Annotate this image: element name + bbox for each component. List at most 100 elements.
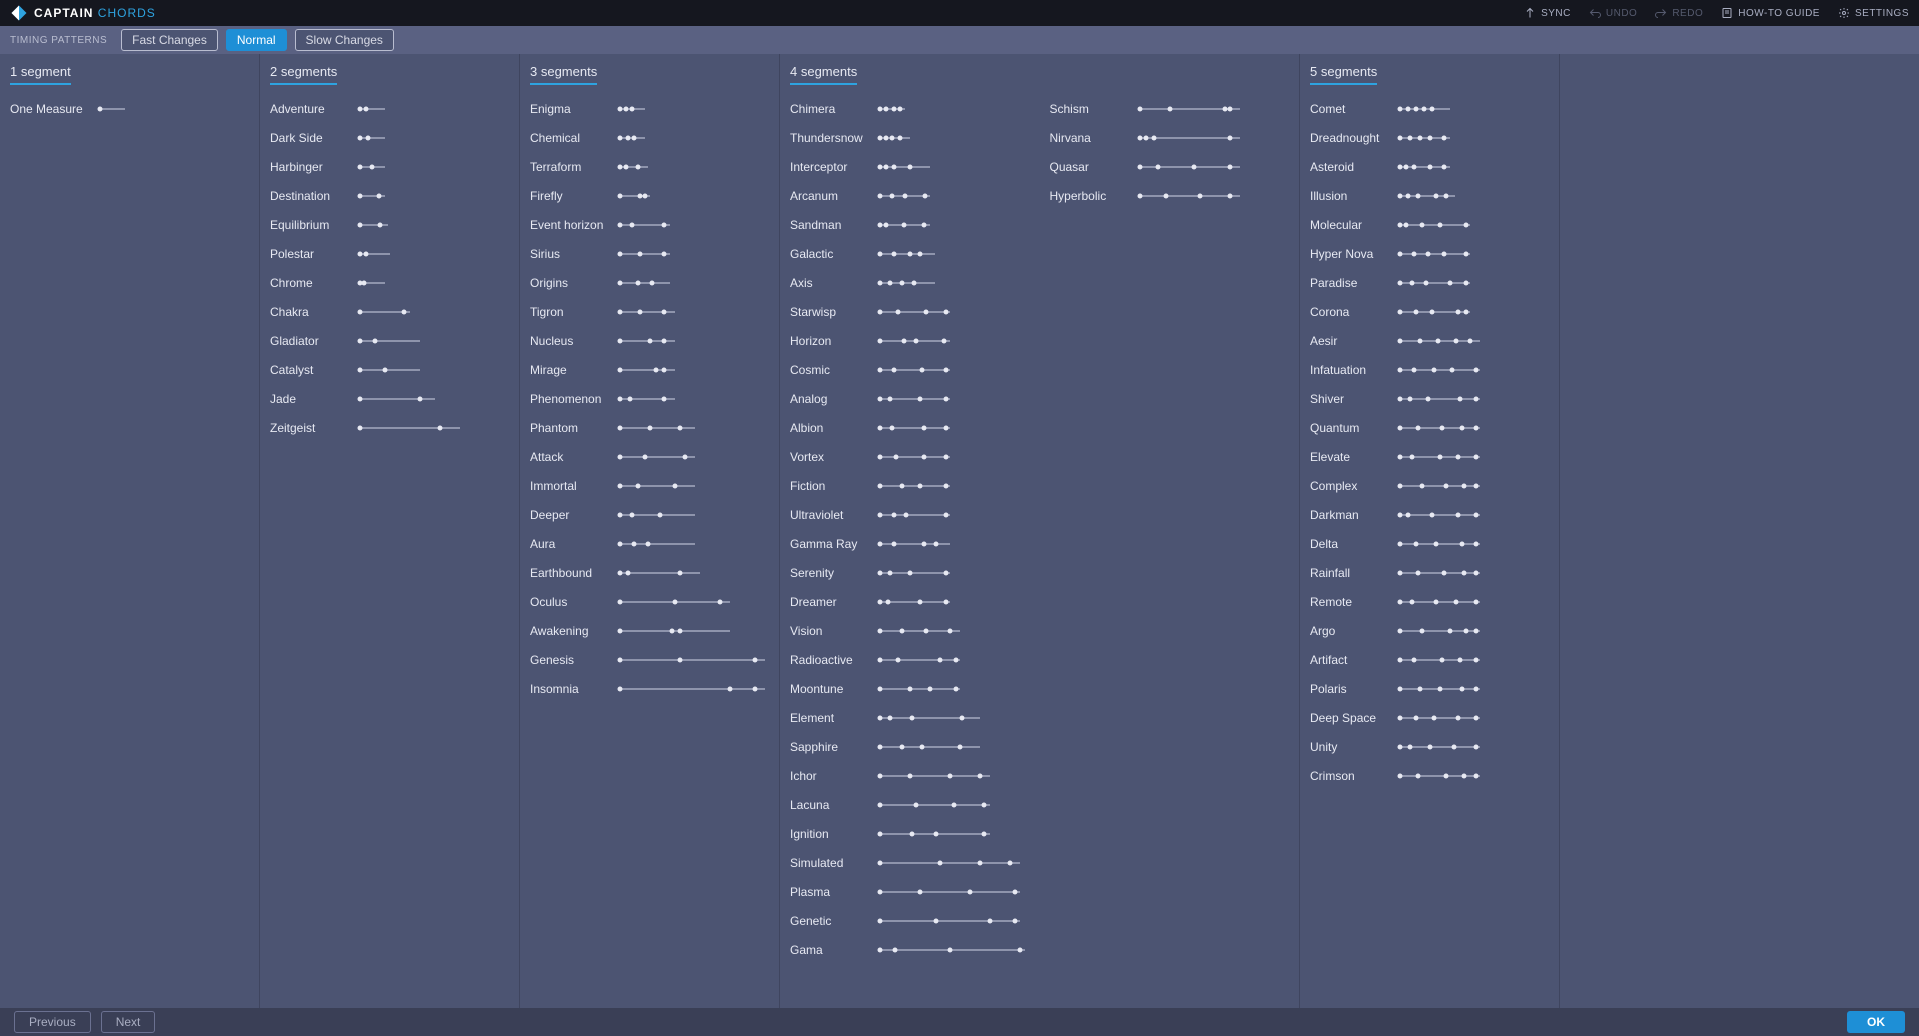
pattern-row[interactable]: Asteroid	[1310, 155, 1549, 178]
pattern-row[interactable]: Nucleus	[530, 329, 769, 352]
pattern-row[interactable]: Fiction	[790, 474, 1030, 497]
pattern-row[interactable]: Deeper	[530, 503, 769, 526]
normal-button[interactable]: Normal	[226, 29, 287, 51]
pattern-row[interactable]: Chemical	[530, 126, 769, 149]
pattern-row[interactable]: Thundersnow	[790, 126, 1030, 149]
pattern-row[interactable]: Infatuation	[1310, 358, 1549, 381]
pattern-row[interactable]: Aesir	[1310, 329, 1549, 352]
slow-changes-button[interactable]: Slow Changes	[295, 29, 394, 51]
pattern-row[interactable]: Gladiator	[270, 329, 509, 352]
pattern-row[interactable]: Genesis	[530, 648, 769, 671]
pattern-row[interactable]: Analog	[790, 387, 1030, 410]
pattern-row[interactable]: Element	[790, 706, 1030, 729]
pattern-row[interactable]: Chrome	[270, 271, 509, 294]
pattern-row[interactable]: Phantom	[530, 416, 769, 439]
pattern-row[interactable]: Terraform	[530, 155, 769, 178]
pattern-row[interactable]: Hyperbolic	[1050, 184, 1290, 207]
redo-button[interactable]: REDO	[1655, 7, 1703, 19]
previous-button[interactable]: Previous	[14, 1011, 91, 1033]
pattern-row[interactable]: Chakra	[270, 300, 509, 323]
pattern-row[interactable]: Elevate	[1310, 445, 1549, 468]
pattern-row[interactable]: Lacuna	[790, 793, 1030, 816]
pattern-row[interactable]: Sirius	[530, 242, 769, 265]
pattern-row[interactable]: Illusion	[1310, 184, 1549, 207]
pattern-row[interactable]: One Measure	[10, 97, 249, 120]
pattern-row[interactable]: Simulated	[790, 851, 1030, 874]
pattern-row[interactable]: Vision	[790, 619, 1030, 642]
pattern-row[interactable]: Starwisp	[790, 300, 1030, 323]
pattern-row[interactable]: Sapphire	[790, 735, 1030, 758]
pattern-row[interactable]: Quantum	[1310, 416, 1549, 439]
pattern-row[interactable]: Sandman	[790, 213, 1030, 236]
pattern-row[interactable]: Genetic	[790, 909, 1030, 932]
pattern-row[interactable]: Horizon	[790, 329, 1030, 352]
pattern-row[interactable]: Event horizon	[530, 213, 769, 236]
pattern-row[interactable]: Axis	[790, 271, 1030, 294]
pattern-row[interactable]: Mirage	[530, 358, 769, 381]
pattern-row[interactable]: Oculus	[530, 590, 769, 613]
pattern-row[interactable]: Dreamer	[790, 590, 1030, 613]
pattern-row[interactable]: Remote	[1310, 590, 1549, 613]
pattern-row[interactable]: Jade	[270, 387, 509, 410]
pattern-row[interactable]: Plasma	[790, 880, 1030, 903]
pattern-row[interactable]: Attack	[530, 445, 769, 468]
pattern-row[interactable]: Earthbound	[530, 561, 769, 584]
pattern-row[interactable]: Insomnia	[530, 677, 769, 700]
pattern-row[interactable]: Hyper Nova	[1310, 242, 1549, 265]
pattern-row[interactable]: Polaris	[1310, 677, 1549, 700]
pattern-row[interactable]: Moontune	[790, 677, 1030, 700]
pattern-row[interactable]: Chimera	[790, 97, 1030, 120]
pattern-row[interactable]: Ultraviolet	[790, 503, 1030, 526]
pattern-row[interactable]: Albion	[790, 416, 1030, 439]
pattern-row[interactable]: Zeitgeist	[270, 416, 509, 439]
pattern-row[interactable]: Nirvana	[1050, 126, 1290, 149]
pattern-row[interactable]: Arcanum	[790, 184, 1030, 207]
pattern-row[interactable]: Gama	[790, 938, 1030, 961]
pattern-row[interactable]: Adventure	[270, 97, 509, 120]
pattern-row[interactable]: Ichor	[790, 764, 1030, 787]
pattern-row[interactable]: Dark Side	[270, 126, 509, 149]
pattern-row[interactable]: Aura	[530, 532, 769, 555]
pattern-row[interactable]: Vortex	[790, 445, 1030, 468]
pattern-row[interactable]: Polestar	[270, 242, 509, 265]
pattern-row[interactable]: Radioactive	[790, 648, 1030, 671]
pattern-row[interactable]: Enigma	[530, 97, 769, 120]
pattern-row[interactable]: Complex	[1310, 474, 1549, 497]
pattern-row[interactable]: Tigron	[530, 300, 769, 323]
pattern-row[interactable]: Comet	[1310, 97, 1549, 120]
pattern-row[interactable]: Immortal	[530, 474, 769, 497]
pattern-row[interactable]: Argo	[1310, 619, 1549, 642]
pattern-row[interactable]: Quasar	[1050, 155, 1290, 178]
ok-button[interactable]: OK	[1847, 1011, 1905, 1033]
sync-button[interactable]: SYNC	[1524, 7, 1571, 19]
pattern-row[interactable]: Unity	[1310, 735, 1549, 758]
pattern-row[interactable]: Darkman	[1310, 503, 1549, 526]
pattern-row[interactable]: Dreadnought	[1310, 126, 1549, 149]
pattern-row[interactable]: Schism	[1050, 97, 1290, 120]
pattern-row[interactable]: Firefly	[530, 184, 769, 207]
pattern-row[interactable]: Crimson	[1310, 764, 1549, 787]
pattern-row[interactable]: Destination	[270, 184, 509, 207]
pattern-row[interactable]: Corona	[1310, 300, 1549, 323]
pattern-row[interactable]: Paradise	[1310, 271, 1549, 294]
pattern-row[interactable]: Awakening	[530, 619, 769, 642]
pattern-row[interactable]: Deep Space	[1310, 706, 1549, 729]
settings-button[interactable]: SETTINGS	[1838, 7, 1909, 19]
pattern-row[interactable]: Gamma Ray	[790, 532, 1030, 555]
pattern-row[interactable]: Artifact	[1310, 648, 1549, 671]
pattern-row[interactable]: Galactic	[790, 242, 1030, 265]
howto-button[interactable]: HOW-TO GUIDE	[1721, 7, 1820, 19]
pattern-row[interactable]: Ignition	[790, 822, 1030, 845]
fast-changes-button[interactable]: Fast Changes	[121, 29, 218, 51]
undo-button[interactable]: UNDO	[1589, 7, 1637, 19]
pattern-row[interactable]: Origins	[530, 271, 769, 294]
pattern-row[interactable]: Catalyst	[270, 358, 509, 381]
pattern-row[interactable]: Delta	[1310, 532, 1549, 555]
pattern-row[interactable]: Phenomenon	[530, 387, 769, 410]
pattern-row[interactable]: Shiver	[1310, 387, 1549, 410]
pattern-row[interactable]: Interceptor	[790, 155, 1030, 178]
pattern-row[interactable]: Harbinger	[270, 155, 509, 178]
pattern-row[interactable]: Cosmic	[790, 358, 1030, 381]
pattern-row[interactable]: Molecular	[1310, 213, 1549, 236]
next-button[interactable]: Next	[101, 1011, 156, 1033]
